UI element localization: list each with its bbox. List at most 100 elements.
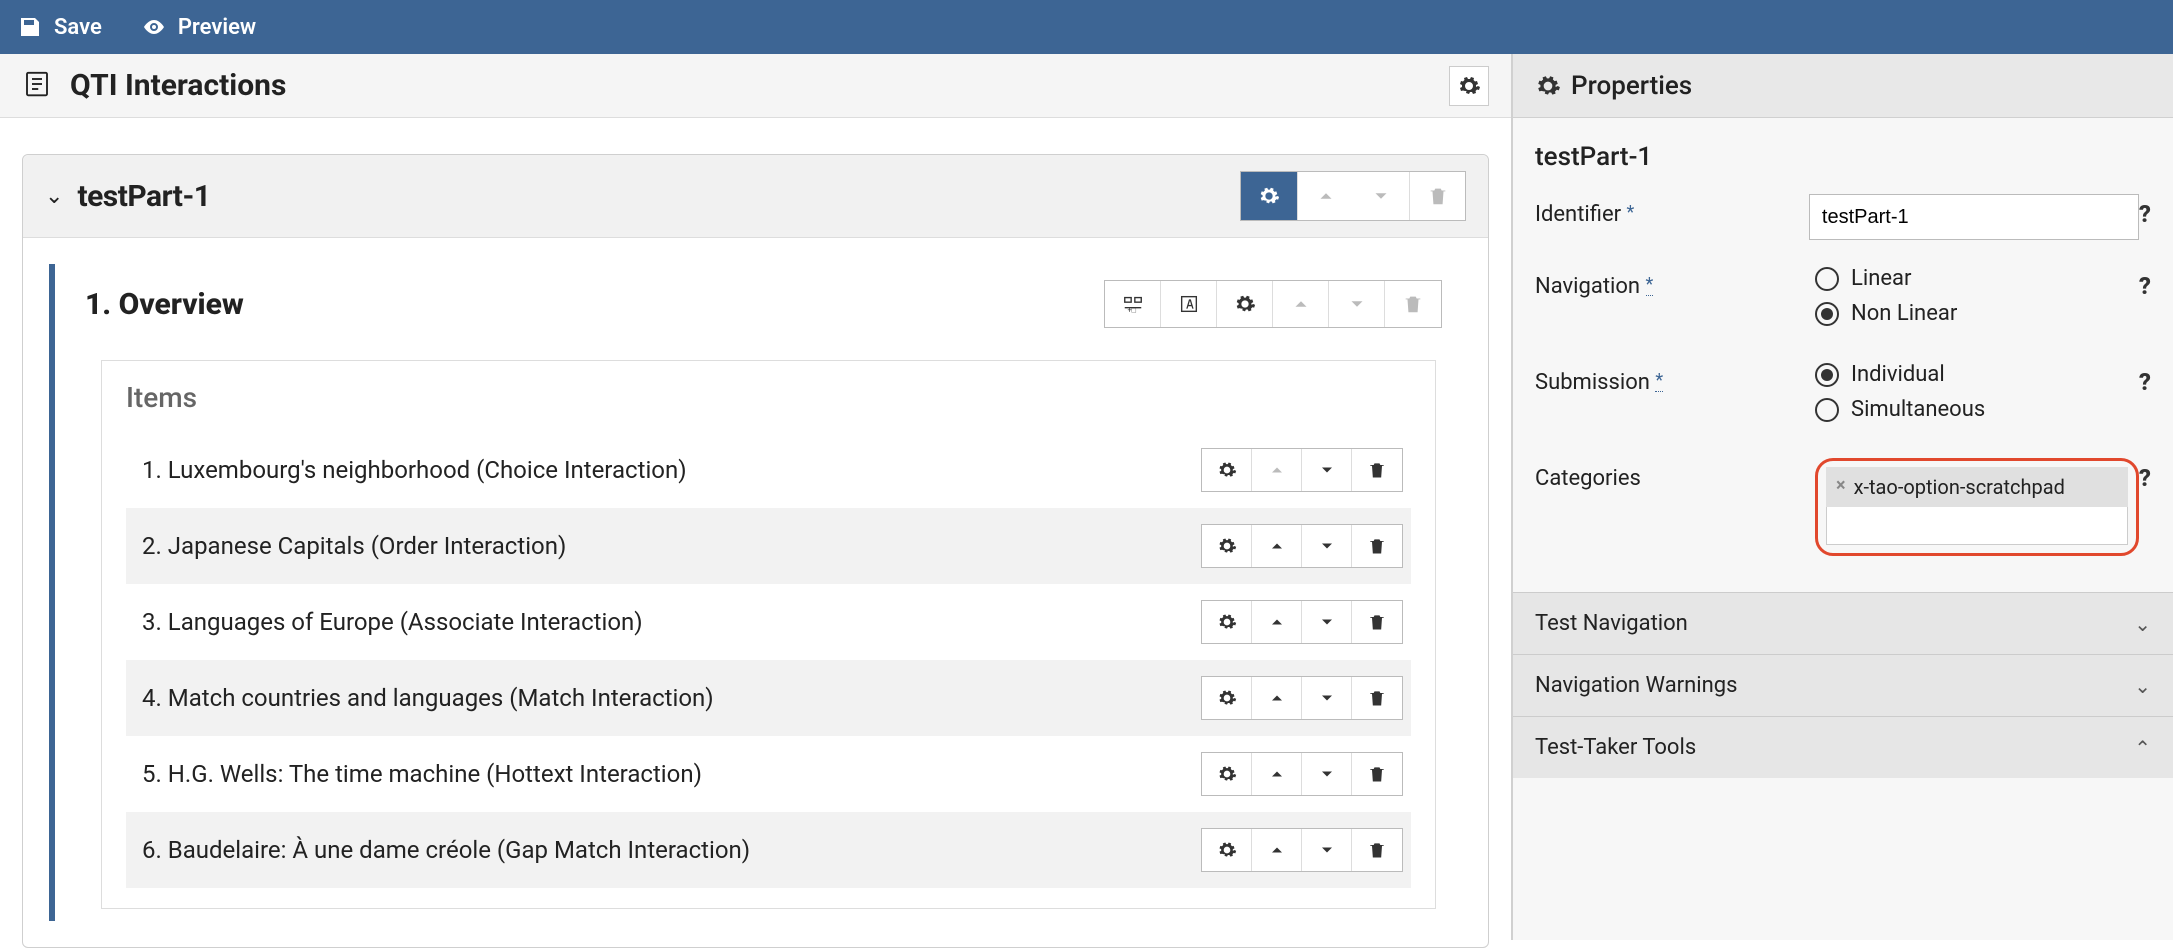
- rubric-icon: +□: [1122, 293, 1144, 315]
- section-delete-button[interactable]: [1385, 281, 1441, 327]
- section-header: 1. Overview +□: [55, 264, 1462, 340]
- section-rubric-button[interactable]: +□: [1105, 281, 1161, 327]
- item-move-down-button[interactable]: [1302, 677, 1352, 719]
- chevron-down-icon: [1370, 185, 1392, 207]
- item-move-up-button[interactable]: [1252, 677, 1302, 719]
- item-settings-button[interactable]: [1202, 829, 1252, 871]
- item-actions: [1201, 600, 1403, 644]
- section-title: 1. Overview: [85, 287, 244, 322]
- categories-input[interactable]: [1826, 507, 2128, 545]
- chevron-up-icon: ⌃: [2134, 736, 2151, 760]
- sub-individual-option[interactable]: Individual: [1815, 362, 2139, 387]
- submission-help[interactable]: ?: [2139, 362, 2151, 432]
- part-settings-button[interactable]: [1241, 172, 1297, 220]
- chevron-down-icon: ⌄: [2134, 674, 2151, 698]
- category-tag: × x-tao-option-scratchpad: [1826, 467, 2128, 507]
- item-move-up-button[interactable]: [1252, 753, 1302, 795]
- trash-icon: [1367, 536, 1387, 556]
- item-move-down-button[interactable]: [1302, 829, 1352, 871]
- nav-linear-option[interactable]: Linear: [1815, 266, 2139, 291]
- chevron-up-icon: [1315, 185, 1337, 207]
- gear-icon: [1217, 840, 1237, 860]
- categories-help[interactable]: ?: [2139, 458, 2151, 556]
- item-delete-button[interactable]: [1352, 829, 1402, 871]
- accordion-test-navigation[interactable]: Test Navigation ⌄: [1513, 592, 2173, 654]
- item-move-up-button[interactable]: [1252, 449, 1302, 491]
- accordion-navigation-warnings[interactable]: Navigation Warnings ⌄: [1513, 654, 2173, 716]
- item-row: 5. H.G. Wells: The time machine (Hottext…: [126, 736, 1411, 812]
- trash-icon: [1402, 293, 1424, 315]
- submission-label: Submission: [1535, 370, 1650, 395]
- item-row: 3. Languages of Europe (Associate Intera…: [126, 584, 1411, 660]
- chevron-down-icon: [1317, 612, 1337, 632]
- item-settings-button[interactable]: [1202, 677, 1252, 719]
- item-actions: [1201, 676, 1403, 720]
- sub-simultaneous-option[interactable]: Simultaneous: [1815, 397, 2139, 422]
- item-actions: [1201, 752, 1403, 796]
- part-move-up-button[interactable]: [1297, 172, 1353, 220]
- editor-title: QTI Interactions: [70, 68, 286, 103]
- section-settings-button[interactable]: [1217, 281, 1273, 327]
- svg-text:+□: +□: [1127, 305, 1136, 314]
- chevron-down-icon[interactable]: ⌄: [45, 184, 63, 209]
- trash-icon: [1427, 185, 1449, 207]
- part-delete-button[interactable]: [1409, 172, 1465, 220]
- item-delete-button[interactable]: [1352, 601, 1402, 643]
- save-button[interactable]: Save: [18, 15, 102, 40]
- item-actions: [1201, 828, 1403, 872]
- item-settings-button[interactable]: [1202, 449, 1252, 491]
- gear-icon: [1258, 185, 1280, 207]
- part-move-down-button[interactable]: [1353, 172, 1409, 220]
- gear-icon: [1217, 460, 1237, 480]
- test-part: ⌄ testPart-1: [22, 154, 1489, 948]
- trash-icon: [1367, 688, 1387, 708]
- section-text-button[interactable]: [1161, 281, 1217, 327]
- nav-nonlinear-option[interactable]: Non Linear: [1815, 301, 2139, 326]
- section-move-down-button[interactable]: [1329, 281, 1385, 327]
- radio-checked-icon: [1815, 302, 1839, 326]
- item-settings-button[interactable]: [1202, 601, 1252, 643]
- part-title: testPart-1: [77, 179, 210, 214]
- item-delete-button[interactable]: [1352, 449, 1402, 491]
- remove-tag-button[interactable]: ×: [1836, 475, 1846, 497]
- item-move-up-button[interactable]: [1252, 829, 1302, 871]
- identifier-input[interactable]: [1809, 194, 2139, 240]
- item-move-up-button[interactable]: [1252, 525, 1302, 567]
- editor-header: QTI Interactions: [0, 54, 1511, 118]
- section-move-up-button[interactable]: [1273, 281, 1329, 327]
- properties-header: Properties: [1513, 54, 2173, 118]
- item-move-down-button[interactable]: [1302, 449, 1352, 491]
- categories-row: Categories × x-tao-option-scratchpad ?: [1535, 458, 2151, 556]
- chevron-up-icon: [1267, 460, 1287, 480]
- gear-icon: [1217, 688, 1237, 708]
- item-move-down-button[interactable]: [1302, 601, 1352, 643]
- items-box: Items 1. Luxembourg's neighborhood (Choi…: [101, 360, 1436, 909]
- trash-icon: [1367, 460, 1387, 480]
- properties-title: Properties: [1571, 71, 1692, 101]
- item-move-down-button[interactable]: [1302, 525, 1352, 567]
- trash-icon: [1367, 612, 1387, 632]
- item-settings-button[interactable]: [1202, 753, 1252, 795]
- chevron-down-icon: [1317, 688, 1337, 708]
- item-move-down-button[interactable]: [1302, 753, 1352, 795]
- item-delete-button[interactable]: [1352, 753, 1402, 795]
- gear-icon: [1217, 536, 1237, 556]
- part-action-group: [1240, 171, 1466, 221]
- preview-button[interactable]: Preview: [142, 15, 256, 40]
- editor-header-icon: [22, 69, 52, 103]
- gear-icon: [1217, 612, 1237, 632]
- categories-label: Categories: [1535, 466, 1641, 491]
- identifier-row: Identifier * ?: [1535, 194, 2151, 240]
- identifier-help[interactable]: ?: [2139, 194, 2151, 240]
- accordion-test-taker-tools[interactable]: Test-Taker Tools ⌃: [1513, 716, 2173, 778]
- navigation-help[interactable]: ?: [2139, 266, 2151, 336]
- topbar: Save Preview: [0, 0, 2173, 54]
- editor-settings-button[interactable]: [1449, 66, 1489, 106]
- item-delete-button[interactable]: [1352, 677, 1402, 719]
- chevron-up-icon: [1267, 536, 1287, 556]
- item-move-up-button[interactable]: [1252, 601, 1302, 643]
- item-settings-button[interactable]: [1202, 525, 1252, 567]
- eye-icon: [142, 15, 166, 39]
- item-actions: [1201, 448, 1403, 492]
- item-delete-button[interactable]: [1352, 525, 1402, 567]
